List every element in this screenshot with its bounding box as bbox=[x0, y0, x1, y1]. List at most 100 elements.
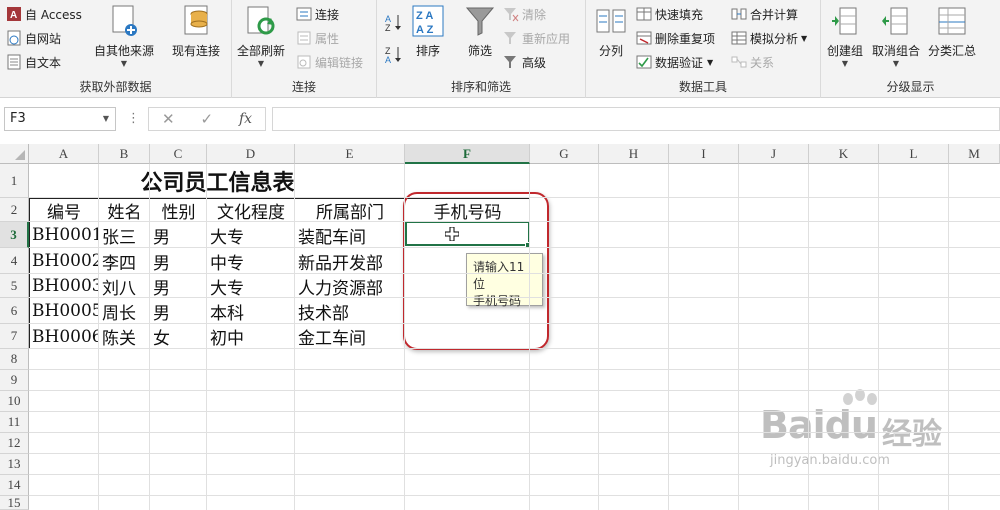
table-cell[interactable]: 刘八 bbox=[99, 274, 150, 299]
table-cell[interactable]: BH0002 bbox=[29, 248, 99, 274]
flash-fill-button[interactable]: 快速填充 bbox=[636, 3, 703, 25]
reapply-button[interactable]: 重新应用 bbox=[503, 27, 570, 49]
connections-button[interactable]: 连接 bbox=[296, 3, 339, 25]
column-header-k[interactable]: K bbox=[809, 144, 879, 164]
ungroup-button[interactable]: 取消组合 ▼ bbox=[872, 4, 920, 69]
insert-function-icon[interactable]: fx bbox=[239, 111, 252, 127]
table-cell[interactable]: 男 bbox=[150, 298, 207, 324]
column-header-m[interactable]: M bbox=[949, 144, 1000, 164]
table-cell[interactable]: 大专 bbox=[207, 274, 295, 299]
properties-button[interactable]: 属性 bbox=[296, 27, 339, 49]
from-access-button[interactable]: A 自 Access bbox=[6, 3, 82, 25]
column-header-e[interactable]: E bbox=[295, 144, 405, 164]
column-header-g[interactable]: G bbox=[530, 144, 599, 164]
table-cell[interactable]: BH0006 bbox=[29, 324, 99, 349]
cancel-icon[interactable]: ✕ bbox=[162, 110, 175, 128]
consolidate-button[interactable]: 合并计算 bbox=[731, 3, 798, 25]
table-cell[interactable]: 男 bbox=[150, 248, 207, 274]
row-header-13[interactable]: 13 bbox=[0, 454, 29, 475]
table-cell[interactable]: 大专 bbox=[207, 222, 295, 248]
table-cell[interactable]: 女 bbox=[150, 324, 207, 349]
table-cell[interactable]: BH0005 bbox=[29, 298, 99, 324]
from-text-button[interactable]: 自文本 bbox=[6, 51, 61, 73]
data-validation-button[interactable]: 数据验证 ▼ bbox=[636, 51, 713, 73]
row-header-11[interactable]: 11 bbox=[0, 412, 29, 433]
row-header-14[interactable]: 14 bbox=[0, 475, 29, 496]
column-header-c[interactable]: C bbox=[150, 144, 207, 164]
enter-icon[interactable]: ✓ bbox=[200, 110, 213, 128]
header-cell[interactable]: 文化程度 bbox=[207, 198, 295, 223]
table-cell[interactable]: 新品开发部 bbox=[295, 248, 405, 274]
existing-connections-button[interactable]: 现有连接 bbox=[172, 4, 220, 59]
subtotal-button[interactable]: 分类汇总 bbox=[928, 4, 976, 59]
row-header-5[interactable]: 5 bbox=[0, 274, 29, 298]
column-header-j[interactable]: J bbox=[739, 144, 809, 164]
table-cell[interactable]: BH0003 bbox=[29, 274, 99, 298]
column-header-a[interactable]: A bbox=[29, 144, 99, 164]
what-if-button[interactable]: 模拟分析 ▼ bbox=[731, 27, 807, 49]
table-cell[interactable]: 人力资源部 bbox=[295, 274, 405, 299]
edit-links-button[interactable]: 编辑链接 bbox=[296, 51, 363, 73]
sort-ascending-button[interactable]: AZ bbox=[385, 10, 406, 33]
row-header-4[interactable]: 4 bbox=[0, 248, 29, 274]
table-cell[interactable]: 本科 bbox=[207, 298, 295, 324]
header-cell[interactable]: 性别 bbox=[150, 198, 207, 223]
row-header-7[interactable]: 7 bbox=[0, 324, 29, 349]
clear-filter-button[interactable]: 清除 bbox=[503, 3, 546, 25]
formula-bar: F3 ▼ ⋮ ✕ ✓ fx bbox=[0, 98, 1000, 144]
table-cell[interactable]: 中专 bbox=[207, 248, 295, 274]
row-header-10[interactable]: 10 bbox=[0, 391, 29, 412]
table-cell[interactable]: 陈关 bbox=[99, 324, 150, 349]
filter-button[interactable]: 筛选 bbox=[463, 4, 497, 59]
column-header-l[interactable]: L bbox=[879, 144, 949, 164]
baidu-url: jingyan.baidu.com bbox=[770, 453, 890, 468]
row-header-15[interactable]: 15 bbox=[0, 495, 29, 510]
sort-descending-button[interactable]: ZA bbox=[385, 42, 406, 65]
select-all-button[interactable] bbox=[0, 144, 29, 164]
header-cell[interactable]: 所属部门 bbox=[295, 198, 405, 223]
relationships-button[interactable]: 关系 bbox=[731, 51, 774, 73]
row-header-1[interactable]: 1 bbox=[0, 164, 29, 198]
row-header-2[interactable]: 2 bbox=[0, 198, 29, 222]
column-header-d[interactable]: D bbox=[207, 144, 295, 164]
table-cell[interactable]: BH0001 bbox=[29, 222, 99, 248]
sheet-title[interactable]: 公司员工信息表 bbox=[30, 164, 405, 198]
formula-input[interactable] bbox=[272, 107, 1000, 131]
advanced-filter-button[interactable]: 高级 bbox=[503, 51, 546, 73]
column-header-b[interactable]: B bbox=[99, 144, 150, 164]
header-cell[interactable]: 编号 bbox=[29, 198, 99, 223]
table-cell[interactable]: 李四 bbox=[99, 248, 150, 274]
table-cell[interactable]: 男 bbox=[150, 222, 207, 248]
table-cell[interactable]: 周长 bbox=[99, 298, 150, 324]
name-box[interactable]: F3 ▼ bbox=[4, 107, 116, 131]
row-header-3[interactable]: 3 bbox=[0, 222, 29, 248]
row-header-9[interactable]: 9 bbox=[0, 370, 29, 391]
from-web-button[interactable]: 自网站 bbox=[6, 27, 61, 49]
table-cell[interactable]: 金工车间 bbox=[295, 324, 405, 349]
tooltip-line-1: 请输入11位 bbox=[473, 260, 525, 291]
row-header-8[interactable]: 8 bbox=[0, 349, 29, 370]
column-header-h[interactable]: H bbox=[599, 144, 669, 164]
cell-cursor-icon bbox=[445, 227, 459, 241]
sort-button[interactable]: Z A A Z 排序 bbox=[411, 4, 445, 59]
remove-duplicates-button[interactable]: 删除重复项 bbox=[636, 27, 715, 49]
from-other-sources-button[interactable]: 自其他来源 ▼ bbox=[94, 4, 154, 69]
ungroup-icon bbox=[879, 4, 913, 38]
column-header-i[interactable]: I bbox=[669, 144, 739, 164]
text-to-columns-button[interactable]: 分列 bbox=[594, 4, 628, 59]
table-cell[interactable]: 装配车间 bbox=[295, 222, 405, 248]
refresh-all-button[interactable]: 全部刷新 ▼ bbox=[237, 4, 285, 69]
chevron-down-icon[interactable]: ▼ bbox=[103, 108, 109, 130]
table-cell[interactable]: 张三 bbox=[99, 222, 150, 248]
header-cell[interactable]: 姓名 bbox=[99, 198, 150, 223]
row-header-12[interactable]: 12 bbox=[0, 433, 29, 454]
row-header-6[interactable]: 6 bbox=[0, 298, 29, 324]
table-cell[interactable]: 初中 bbox=[207, 324, 295, 349]
group-button[interactable]: 创建组 ▼ bbox=[827, 4, 863, 69]
more-options-icon[interactable]: ⋮ bbox=[127, 111, 140, 126]
group-data-tools: 分列 快速填充 删除重复项 数据验证 ▼ 合并计算 模拟分析 ▼ 关系 数据工具 bbox=[586, 0, 821, 98]
chevron-down-icon: ▼ bbox=[892, 59, 900, 68]
column-header-f[interactable]: F bbox=[405, 144, 530, 164]
table-cell[interactable]: 男 bbox=[150, 274, 207, 299]
table-cell[interactable]: 技术部 bbox=[295, 298, 405, 324]
